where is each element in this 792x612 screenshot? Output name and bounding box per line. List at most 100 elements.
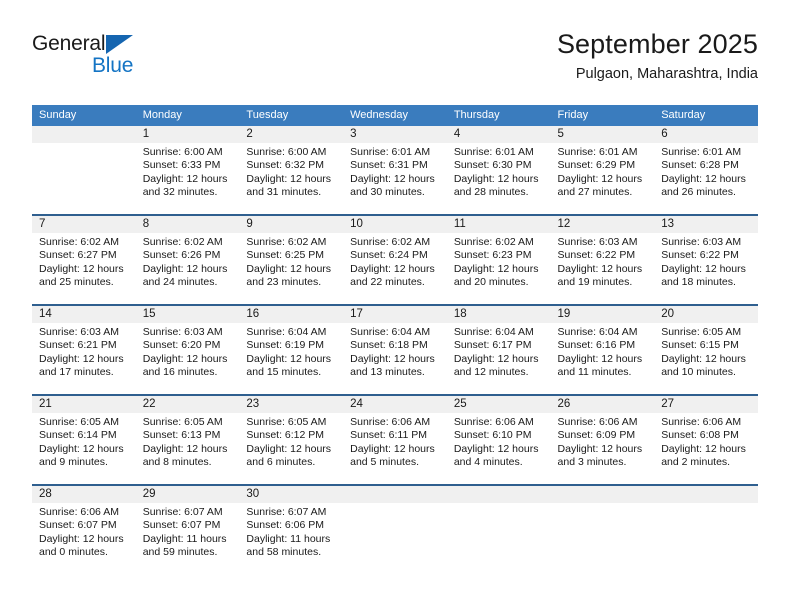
day-number: 22 bbox=[135, 396, 240, 413]
sunset-time: Sunset: 6:24 PM bbox=[350, 249, 428, 262]
calendar-day-cell: 11 Sunrise: 6:02 AM Sunset: 6:23 PM Dayligh… bbox=[446, 214, 551, 305]
sunset-time: Sunset: 6:14 PM bbox=[39, 429, 117, 442]
calendar-day-cell: 15 Sunrise: 6:03 AM Sunset: 6:20 PM Dayligh… bbox=[135, 304, 240, 395]
day-number bbox=[654, 486, 758, 503]
sunset-time: Sunset: 6:28 PM bbox=[661, 159, 739, 172]
sunrise-time: Sunrise: 6:06 AM bbox=[557, 416, 638, 428]
daylight-duration-line1: Daylight: 11 hours bbox=[142, 532, 227, 545]
calendar-day-cell: 9 Sunrise: 6:02 AM Sunset: 6:25 PM Daylight… bbox=[239, 214, 344, 305]
day-details: Sunrise: 6:02 AM Sunset: 6:25 PM Daylight:… bbox=[239, 233, 343, 290]
day-cell: 30 Sunrise: 6:07 AM Sunset: 6:06 PM Dayligh… bbox=[239, 486, 344, 574]
calendar-day-cell: 10 Sunrise: 6:02 AM Sunset: 6:24 PM Dayligh… bbox=[343, 214, 447, 305]
day-cell-empty bbox=[343, 486, 447, 574]
daylight-duration-line1: Daylight: 12 hours bbox=[453, 352, 539, 365]
calendar-day-cell bbox=[446, 484, 551, 574]
daylight-duration-line1: Daylight: 12 hours bbox=[246, 172, 332, 185]
sunrise-time: Sunrise: 6:05 AM bbox=[661, 326, 742, 338]
day-details: Sunrise: 6:06 AM Sunset: 6:11 PM Daylight:… bbox=[343, 413, 447, 470]
sunset-time: Sunset: 6:27 PM bbox=[39, 249, 117, 262]
day-cell: 9 Sunrise: 6:02 AM Sunset: 6:25 PM Daylight… bbox=[239, 216, 344, 304]
day-cell: 21 Sunrise: 6:05 AM Sunset: 6:14 PM Dayligh… bbox=[32, 396, 136, 484]
sunset-time: Sunset: 6:06 PM bbox=[246, 519, 325, 532]
day-cell-empty bbox=[550, 486, 655, 574]
day-cell: 3 Sunrise: 6:01 AM Sunset: 6:31 PM Daylight… bbox=[343, 126, 447, 214]
sunset-time: Sunset: 6:21 PM bbox=[39, 339, 117, 352]
day-number: 5 bbox=[550, 126, 655, 143]
daylight-duration-line2: and 58 minutes. bbox=[246, 546, 322, 559]
sunrise-time: Sunrise: 6:01 AM bbox=[453, 146, 534, 158]
daylight-duration-line2: and 59 minutes. bbox=[142, 546, 218, 559]
calendar-day-cell: 5 Sunrise: 6:01 AM Sunset: 6:29 PM Daylight… bbox=[550, 126, 655, 215]
day-number: 28 bbox=[32, 486, 136, 503]
calendar-week-row: 28 Sunrise: 6:06 AM Sunset: 6:07 PM Dayligh… bbox=[32, 484, 758, 574]
day-details: Sunrise: 6:01 AM Sunset: 6:31 PM Daylight:… bbox=[343, 143, 447, 200]
sunset-time: Sunset: 6:11 PM bbox=[350, 429, 427, 442]
daylight-duration-line2: and 18 minutes. bbox=[661, 276, 736, 289]
day-cell: 27 Sunrise: 6:06 AM Sunset: 6:08 PM Dayligh… bbox=[654, 396, 758, 484]
daylight-duration-line2: and 26 minutes. bbox=[661, 186, 736, 199]
calendar-day-cell bbox=[654, 484, 758, 574]
day-cell: 6 Sunrise: 6:01 AM Sunset: 6:28 PM Daylight… bbox=[654, 126, 758, 214]
calendar-day-cell: 4 Sunrise: 6:01 AM Sunset: 6:30 PM Daylight… bbox=[446, 126, 551, 215]
day-number: 11 bbox=[446, 216, 551, 233]
day-number bbox=[32, 126, 136, 143]
day-number bbox=[343, 486, 447, 503]
day-details: Sunrise: 6:05 AM Sunset: 6:13 PM Daylight:… bbox=[136, 413, 240, 470]
day-cell: 24 Sunrise: 6:06 AM Sunset: 6:11 PM Dayligh… bbox=[343, 396, 447, 484]
sunrise-time: Sunrise: 6:04 AM bbox=[246, 326, 327, 338]
calendar-day-cell: 14 Sunrise: 6:03 AM Sunset: 6:21 PM Dayligh… bbox=[32, 304, 136, 395]
day-number: 15 bbox=[135, 306, 240, 323]
sunrise-time: Sunrise: 6:01 AM bbox=[557, 146, 638, 158]
daylight-duration-line1: Daylight: 12 hours bbox=[39, 532, 124, 545]
day-details: Sunrise: 6:00 AM Sunset: 6:33 PM Daylight:… bbox=[136, 143, 240, 200]
title-block: September 2025 Pulgaon, Maharashtra, Ind… bbox=[557, 28, 758, 84]
generalblue-logo: General Blue bbox=[32, 32, 162, 84]
calendar-week-row: 14 Sunrise: 6:03 AM Sunset: 6:21 PM Dayligh… bbox=[32, 304, 758, 395]
daylight-duration-line2: and 12 minutes. bbox=[453, 366, 529, 379]
sunrise-time: Sunrise: 6:05 AM bbox=[246, 416, 327, 428]
sunrise-time: Sunrise: 6:01 AM bbox=[661, 146, 742, 158]
day-cell: 22 Sunrise: 6:05 AM Sunset: 6:13 PM Dayligh… bbox=[135, 396, 240, 484]
daylight-duration-line2: and 16 minutes. bbox=[142, 366, 218, 379]
day-number: 29 bbox=[135, 486, 240, 503]
day-cell: 23 Sunrise: 6:05 AM Sunset: 6:12 PM Dayligh… bbox=[239, 396, 344, 484]
day-number: 27 bbox=[654, 396, 758, 413]
daylight-duration-line2: and 6 minutes. bbox=[246, 456, 316, 469]
day-details: Sunrise: 6:02 AM Sunset: 6:24 PM Daylight:… bbox=[343, 233, 447, 290]
daylight-duration-line2: and 27 minutes. bbox=[557, 186, 633, 199]
day-number bbox=[550, 486, 655, 503]
logo-text-blue: Blue bbox=[92, 54, 134, 77]
calendar-day-cell: 23 Sunrise: 6:05 AM Sunset: 6:12 PM Dayligh… bbox=[239, 394, 344, 485]
daylight-duration-line2: and 8 minutes. bbox=[142, 456, 212, 469]
day-number bbox=[446, 486, 551, 503]
sunset-time: Sunset: 6:22 PM bbox=[661, 249, 739, 262]
daylight-duration-line1: Daylight: 12 hours bbox=[142, 262, 228, 275]
daylight-duration-line1: Daylight: 12 hours bbox=[246, 262, 332, 275]
day-cell: 1 Sunrise: 6:00 AM Sunset: 6:33 PM Daylight… bbox=[135, 126, 240, 214]
weekday-header-friday: Friday bbox=[550, 105, 655, 126]
day-cell: 10 Sunrise: 6:02 AM Sunset: 6:24 PM Dayligh… bbox=[343, 216, 447, 304]
sunrise-time: Sunrise: 6:06 AM bbox=[39, 506, 119, 518]
day-details: Sunrise: 6:02 AM Sunset: 6:27 PM Daylight:… bbox=[32, 233, 136, 290]
sunset-time: Sunset: 6:32 PM bbox=[246, 159, 325, 172]
sunrise-time: Sunrise: 6:03 AM bbox=[142, 326, 223, 338]
day-number: 1 bbox=[135, 126, 240, 143]
sunset-time: Sunset: 6:20 PM bbox=[142, 339, 221, 352]
day-cell: 17 Sunrise: 6:04 AM Sunset: 6:18 PM Dayligh… bbox=[343, 306, 447, 394]
day-details: Sunrise: 6:03 AM Sunset: 6:22 PM Daylight:… bbox=[551, 233, 655, 290]
daylight-duration-line1: Daylight: 11 hours bbox=[246, 532, 331, 545]
sunset-time: Sunset: 6:26 PM bbox=[142, 249, 221, 262]
day-details: Sunrise: 6:03 AM Sunset: 6:22 PM Daylight:… bbox=[654, 233, 758, 290]
daylight-duration-line2: and 31 minutes. bbox=[246, 186, 322, 199]
calendar-day-cell bbox=[32, 126, 136, 215]
day-cell-empty bbox=[446, 486, 551, 574]
calendar-day-cell: 12 Sunrise: 6:03 AM Sunset: 6:22 PM Dayligh… bbox=[550, 214, 655, 305]
sunset-time: Sunset: 6:25 PM bbox=[246, 249, 325, 262]
daylight-duration-line2: and 32 minutes. bbox=[142, 186, 218, 199]
sunrise-time: Sunrise: 6:02 AM bbox=[246, 236, 327, 248]
day-number: 3 bbox=[343, 126, 447, 143]
daylight-duration-line2: and 17 minutes. bbox=[39, 366, 114, 379]
weekday-header-wednesday: Wednesday bbox=[343, 105, 447, 126]
daylight-duration-line2: and 2 minutes. bbox=[661, 456, 731, 469]
day-cell: 29 Sunrise: 6:07 AM Sunset: 6:07 PM Dayligh… bbox=[135, 486, 240, 574]
